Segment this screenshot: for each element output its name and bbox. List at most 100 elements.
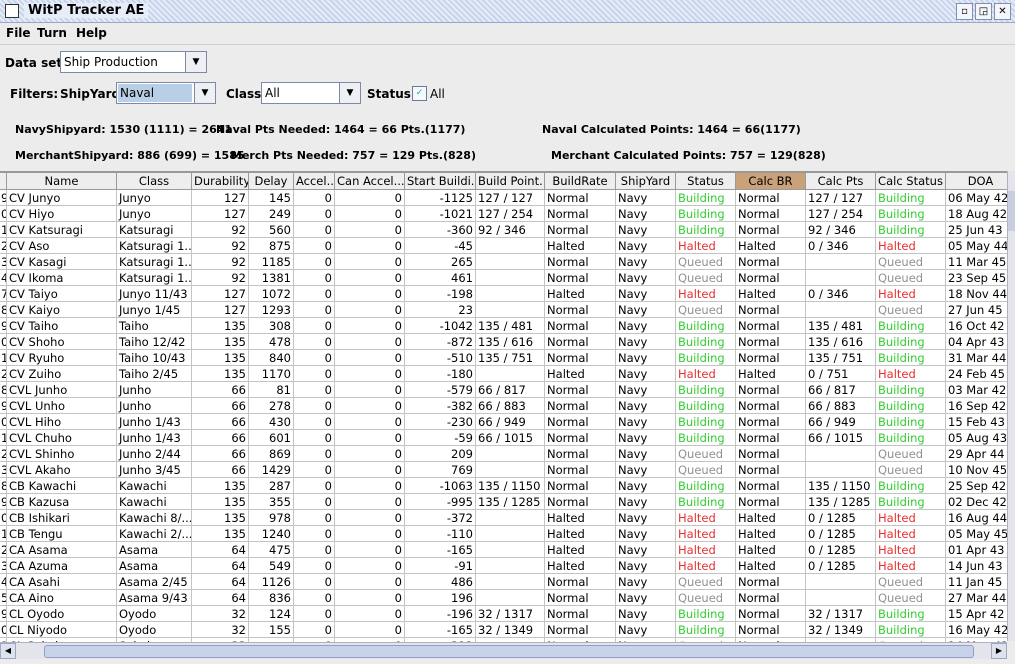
table-cell: 05 May 44 [945, 237, 1007, 254]
table-cell: CVL Junho [6, 381, 117, 398]
table-cell: Building [675, 429, 736, 446]
column-header[interactable]: Status [675, 172, 736, 190]
column-header[interactable]: Accel... [293, 172, 335, 190]
table-cell: Oyodo [116, 621, 192, 638]
table-cell: Navy [615, 589, 676, 606]
table-row[interactable]: 4CA AsahiAsama 2/4564112600486NormalNavy… [0, 573, 1007, 590]
table-row[interactable]: 1CB TenguKawachi 2/...135124000-110Halte… [0, 525, 1007, 542]
row-id-cell: 9 [0, 493, 7, 510]
status-filter-icon[interactable]: ✓ [412, 86, 427, 101]
table-row[interactable]: 0CV ShohoTaiho 12/4213547800-872135 / 61… [0, 333, 1007, 350]
row-id-cell: 0 [0, 333, 7, 350]
table-cell: 0 [334, 237, 405, 254]
horizontal-scrollbar[interactable]: ◀ ▶ [0, 642, 1007, 659]
vertical-scrollbar[interactable] [1007, 171, 1015, 641]
table-cell: Junho [116, 381, 192, 398]
dataset-select[interactable]: Ship Production ▼ [60, 51, 207, 73]
table-cell: Halted [544, 525, 616, 542]
table-cell: 127 [191, 205, 249, 222]
table-row[interactable]: 1CVL ChuhoJunho 1/436660100-5966 / 1015N… [0, 429, 1007, 446]
table-row[interactable]: 0CB IshikariKawachi 8/...13597800-372Hal… [0, 509, 1007, 526]
table-cell: Halted [675, 557, 736, 574]
table-row[interactable]: 9CVL UnhoJunho6627800-38266 / 883NormalN… [0, 397, 1007, 414]
close-icon[interactable]: ✕ [994, 3, 1011, 20]
table-cell: 92 [191, 269, 249, 286]
column-header[interactable]: ShipYard [615, 172, 676, 190]
table-cell: Building [875, 477, 946, 494]
table-cell: 92 [191, 237, 249, 254]
table-row[interactable]: 1CV RyuhoTaiho 10/4313584000-510135 / 75… [0, 349, 1007, 366]
column-header[interactable]: BuildRate [544, 172, 616, 190]
chevron-down-icon[interactable]: ▼ [194, 83, 215, 103]
row-id-cell: 4 [0, 269, 7, 286]
table-row[interactable]: 7CV TaiyoJunyo 11/43127107200-198HaltedN… [0, 285, 1007, 302]
column-header[interactable]: DOA [945, 172, 1007, 190]
table-cell [475, 573, 545, 590]
table-cell: Halted [735, 365, 806, 382]
table-cell: 135 / 616 [805, 333, 876, 350]
merchant-shipyard-summary: MerchantShipyard: 886 (699) = 1585 [15, 149, 245, 162]
table-row[interactable]: 0CVL HihoJunho 1/436643000-23066 / 949No… [0, 413, 1007, 430]
menu-help[interactable]: Help [76, 26, 107, 40]
table-cell: 0 [334, 301, 405, 318]
table-row[interactable]: 4CV IkomaKatsuragi 1...92138100461Normal… [0, 269, 1007, 286]
table-cell: 18 Nov 44 [945, 285, 1007, 302]
table-row[interactable]: 9CB KazusaKawachi13535500-995135 / 1285N… [0, 493, 1007, 510]
menu-turn[interactable]: Turn [37, 26, 67, 40]
table-cell: Halted [875, 509, 946, 526]
table-row[interactable]: 3CVL AkahoJunho 3/4566142900769NormalNav… [0, 461, 1007, 478]
table-row[interactable]: 8CB KawachiKawachi13528700-1063135 / 115… [0, 477, 1007, 494]
table-cell: 0 [334, 525, 405, 542]
table-cell: 0 / 1285 [805, 557, 876, 574]
table-cell: -872 [404, 333, 476, 350]
table-row[interactable]: 2CA AsamaAsama6447500-165HaltedNavyHalte… [0, 541, 1007, 558]
scroll-right-icon[interactable]: ▶ [991, 643, 1007, 659]
menu-file[interactable]: File [6, 26, 31, 40]
table-cell: Queued [675, 461, 736, 478]
vertical-scroll-thumb[interactable] [1008, 191, 1015, 231]
table-row[interactable]: 3CV KasagiKatsuragi 1...92118500265Norma… [0, 253, 1007, 270]
table-cell: 0 [334, 269, 405, 286]
column-header[interactable]: Calc Status [875, 172, 946, 190]
chevron-down-icon[interactable]: ▼ [185, 52, 206, 72]
table-row[interactable]: 3CA AzumaAsama6454900-91HaltedNavyHalted… [0, 557, 1007, 574]
horizontal-scroll-thumb[interactable] [44, 645, 974, 658]
column-header[interactable]: Can Accel... [334, 172, 405, 190]
table-row[interactable]: 1CV KatsuragiKatsuragi9256000-36092 / 34… [0, 221, 1007, 238]
column-header[interactable]: Class [116, 172, 192, 190]
maximize-icon[interactable]: ◲ [975, 3, 992, 20]
table-cell: Navy [615, 365, 676, 382]
table-cell: Junyo [116, 189, 192, 206]
column-header[interactable]: Calc Pts [805, 172, 876, 190]
table-row[interactable]: 5CA AinoAsama 9/436483600196NormalNavyQu… [0, 589, 1007, 606]
column-header[interactable]: Name [6, 172, 117, 190]
table-cell: -1125 [404, 189, 476, 206]
table-row[interactable]: 2CV ZuihoTaiho 2/45135117000-180HaltedNa… [0, 365, 1007, 382]
table-row[interactable]: 8CV KaiyoJunyo 1/4512712930023NormalNavy… [0, 301, 1007, 318]
table-row[interactable]: 9CL OyodoOyodo3212400-19632 / 1317Normal… [0, 605, 1007, 622]
table-row[interactable]: 9CV TaihoTaiho13530800-1042135 / 481Norm… [0, 317, 1007, 334]
minimize-icon[interactable]: ▫ [956, 3, 973, 20]
table-row[interactable]: 8CVL JunhoJunho668100-57966 / 817NormalN… [0, 381, 1007, 398]
shipyard-select[interactable]: Naval ▼ [116, 82, 216, 104]
class-select[interactable]: All ▼ [261, 82, 361, 104]
column-header[interactable]: Delay [248, 172, 294, 190]
table-cell [475, 253, 545, 270]
table-row[interactable]: 2CVL ShinhoJunho 2/446686900209NormalNav… [0, 445, 1007, 462]
table-row[interactable]: 2CV AsoKatsuragi 1...9287500-45HaltedNav… [0, 237, 1007, 254]
table-cell: 64 [191, 557, 249, 574]
column-header[interactable]: Calc BR [735, 172, 806, 190]
column-header[interactable]: Start Buildi... [404, 172, 476, 190]
table-cell: 11 Jan 45 [945, 573, 1007, 590]
scroll-left-icon[interactable]: ◀ [0, 643, 16, 659]
status-value[interactable]: All [430, 87, 445, 101]
table-cell: 66 [191, 381, 249, 398]
column-header[interactable]: Durability [191, 172, 249, 190]
table-row[interactable]: 0CV HiyoJunyo12724900-1021127 / 254Norma… [0, 205, 1007, 222]
table-cell [475, 445, 545, 462]
column-header[interactable]: Build Point... [475, 172, 545, 190]
table-row[interactable]: 0CL NiyodoOyodo3215500-16532 / 1349Norma… [0, 621, 1007, 638]
table-row[interactable]: 9CV JunyoJunyo12714500-1125127 / 127Norm… [0, 189, 1007, 206]
table-cell: Navy [615, 525, 676, 542]
chevron-down-icon[interactable]: ▼ [339, 83, 360, 103]
